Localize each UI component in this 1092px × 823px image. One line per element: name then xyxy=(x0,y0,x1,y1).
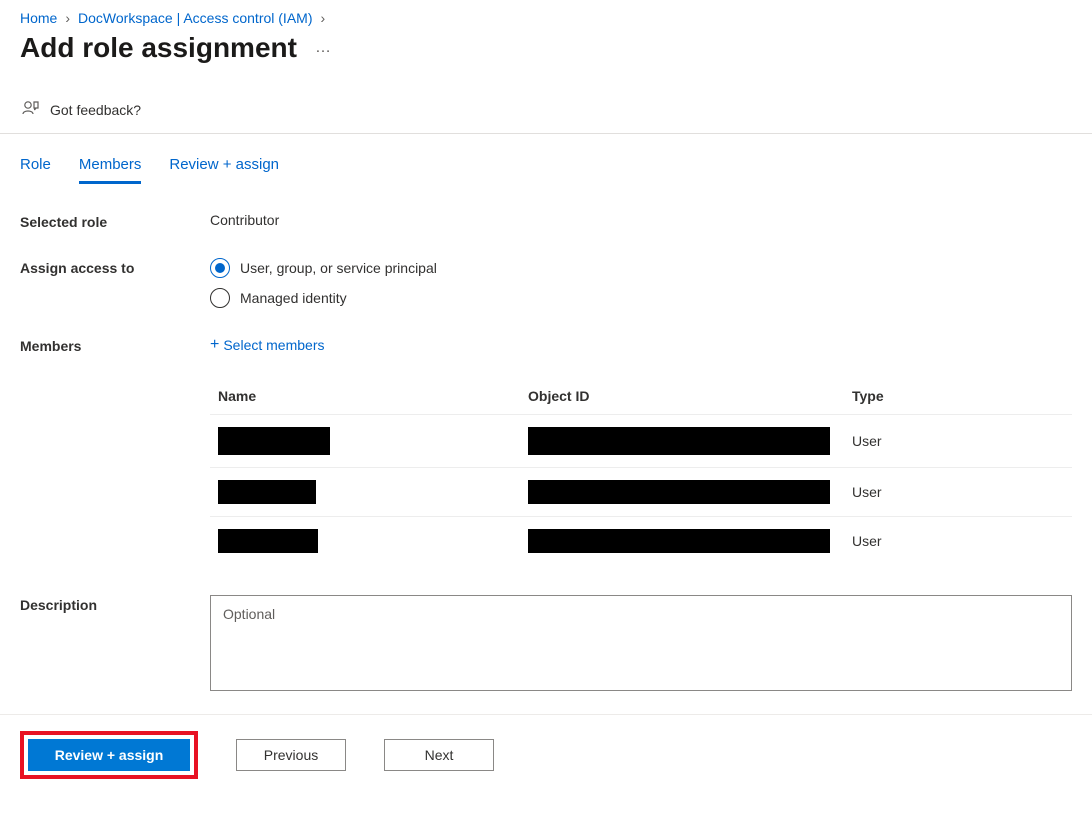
table-row[interactable]: User xyxy=(210,415,1072,468)
members-table: Name Object ID Type User User User xyxy=(210,378,1072,565)
redacted-object-id xyxy=(528,480,830,504)
page-title: Add role assignment xyxy=(20,32,297,64)
footer: Review + assign Previous Next xyxy=(0,714,1092,795)
radio-managed-identity[interactable]: Managed identity xyxy=(210,288,1072,308)
feedback-bar[interactable]: Got feedback? xyxy=(0,88,1092,134)
redacted-object-id xyxy=(528,529,830,553)
breadcrumb-parent[interactable]: DocWorkspace | Access control (IAM) xyxy=(78,10,312,26)
tab-review-assign[interactable]: Review + assign xyxy=(169,156,279,184)
plus-icon: + xyxy=(210,336,219,354)
tabs: Role Members Review + assign xyxy=(0,134,1092,184)
redacted-name xyxy=(218,480,316,504)
chevron-right-icon: › xyxy=(65,10,70,26)
select-members-label: Select members xyxy=(223,337,324,353)
label-selected-role: Selected role xyxy=(20,212,210,230)
highlight-annotation: Review + assign xyxy=(20,731,198,779)
redacted-name xyxy=(218,529,318,553)
label-description: Description xyxy=(20,595,210,613)
label-assign-access-to: Assign access to xyxy=(20,258,210,276)
selected-role-value: Contributor xyxy=(210,212,1072,228)
radio-managed-identity-label: Managed identity xyxy=(240,290,347,306)
radio-checked-icon xyxy=(210,258,230,278)
table-header-object-id[interactable]: Object ID xyxy=(520,378,844,415)
description-input[interactable] xyxy=(210,595,1072,691)
table-row[interactable]: User xyxy=(210,517,1072,566)
tab-members[interactable]: Members xyxy=(79,156,142,184)
feedback-text: Got feedback? xyxy=(50,102,141,118)
label-members: Members xyxy=(20,336,210,354)
table-header-type[interactable]: Type xyxy=(844,378,1072,415)
radio-unchecked-icon xyxy=(210,288,230,308)
chevron-right-icon: › xyxy=(320,10,325,26)
row-type: User xyxy=(844,517,1072,566)
page-title-row: Add role assignment … xyxy=(0,30,1092,88)
review-assign-button[interactable]: Review + assign xyxy=(28,739,190,771)
table-header-name[interactable]: Name xyxy=(210,378,520,415)
feedback-icon xyxy=(20,98,40,121)
radio-user-group-label: User, group, or service principal xyxy=(240,260,437,276)
tab-role[interactable]: Role xyxy=(20,156,51,184)
select-members-link[interactable]: + Select members xyxy=(210,336,1072,354)
redacted-object-id xyxy=(528,427,830,455)
breadcrumb: Home › DocWorkspace | Access control (IA… xyxy=(0,0,1092,30)
redacted-name xyxy=(218,427,330,455)
previous-button[interactable]: Previous xyxy=(236,739,346,771)
table-row[interactable]: User xyxy=(210,468,1072,517)
more-icon[interactable]: … xyxy=(315,39,333,57)
radio-user-group[interactable]: User, group, or service principal xyxy=(210,258,1072,278)
row-type: User xyxy=(844,415,1072,468)
next-button[interactable]: Next xyxy=(384,739,494,771)
breadcrumb-home[interactable]: Home xyxy=(20,10,57,26)
row-type: User xyxy=(844,468,1072,517)
